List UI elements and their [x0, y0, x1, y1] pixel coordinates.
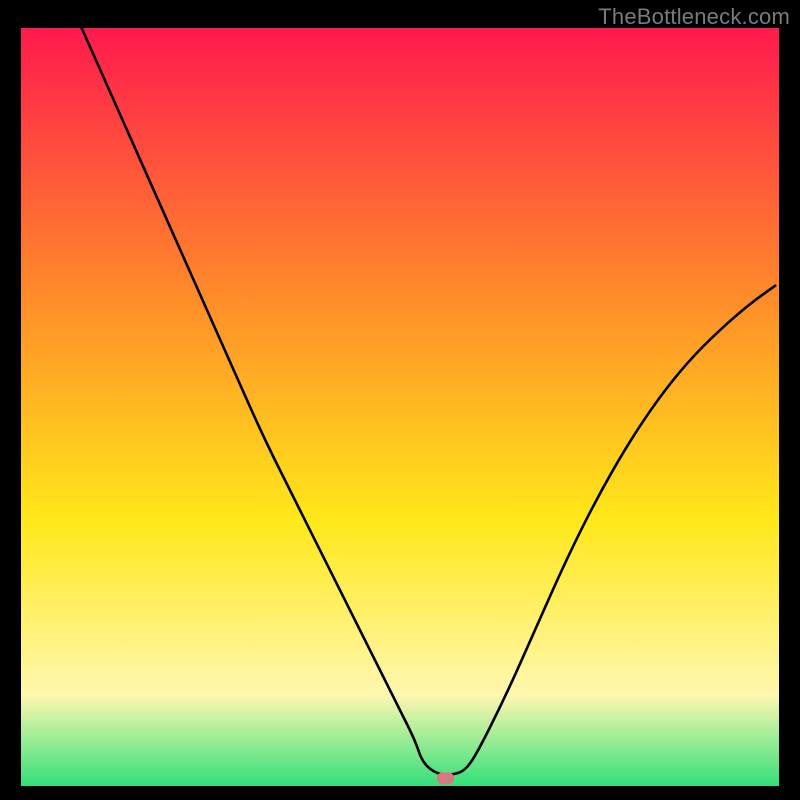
plot-svg	[21, 28, 779, 786]
optimal-marker	[437, 773, 453, 784]
plot-area	[21, 28, 779, 786]
chart-frame: TheBottleneck.com	[0, 0, 800, 800]
watermark-text: TheBottleneck.com	[598, 4, 790, 30]
gradient-background	[21, 28, 779, 786]
